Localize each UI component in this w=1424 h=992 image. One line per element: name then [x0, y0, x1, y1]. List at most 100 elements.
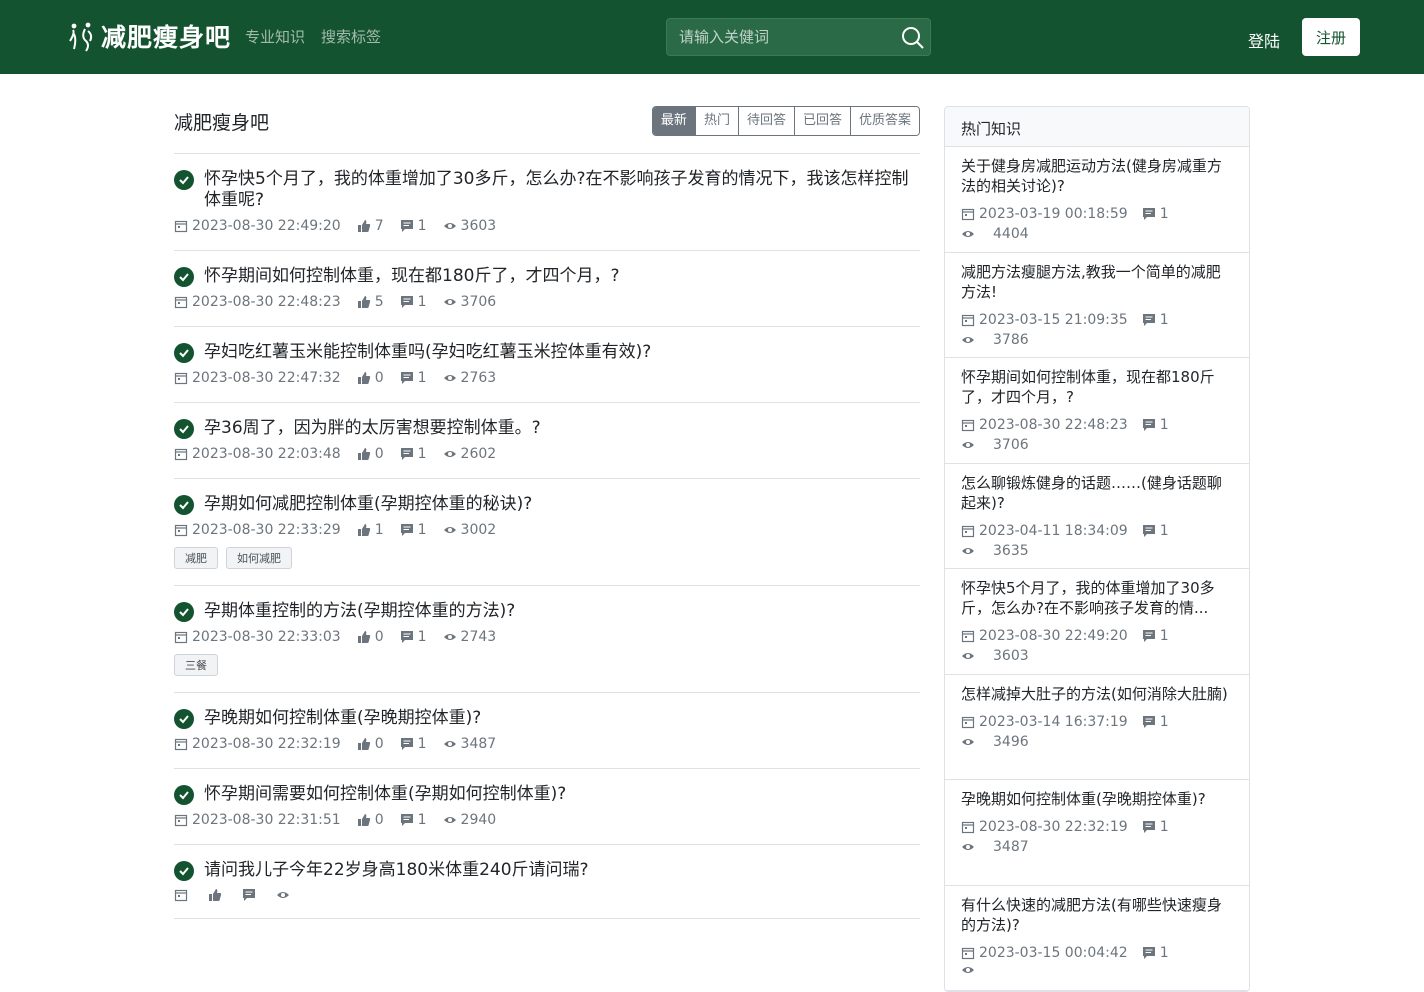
question-tag[interactable]: 减肥 [174, 547, 218, 569]
question-item: 孕期如何减肥控制体重(孕期控体重的秘诀)? 2023-08-30 22:33:2… [174, 479, 920, 586]
comment-icon [1142, 946, 1155, 959]
question-title[interactable]: 孕妇吃红薯玉米能控制体重吗(孕妇吃红薯玉米控体重有效)? [204, 342, 651, 363]
comment-icon [1142, 821, 1155, 833]
sidebar-item-date: 2023-04-11 18:34:09 [979, 522, 1128, 539]
question-item: 怀孕快5个月了，我的体重增加了30多斤，怎么办?在不影响孩子发育的情况下，我该怎… [174, 154, 920, 251]
question-views: 2940 [460, 812, 497, 828]
tab-answered[interactable]: 已回答 [793, 107, 850, 135]
thumbs-up-icon [357, 631, 370, 643]
question-tag[interactable]: 如何减肥 [226, 547, 292, 569]
eye-icon [962, 966, 974, 973]
question-comments: 1 [417, 294, 427, 310]
search-icon[interactable] [900, 25, 926, 51]
calendar-icon [961, 314, 975, 326]
sidebar-item-title[interactable]: 孕晚期如何控制体重(孕晚期控体重)? [961, 790, 1206, 808]
sidebar-title: 热门知识 [945, 107, 1249, 147]
site-logo[interactable]: 减肥瘦身吧 [68, 16, 231, 56]
comments-segment: 1 [400, 218, 427, 234]
question-title[interactable]: 怀孕快5个月了，我的体重增加了30多斤，怎么办?在不影响孩子发育的情况下，我该怎… [204, 169, 920, 211]
calendar-icon [174, 448, 188, 461]
thumbs-up-icon [357, 738, 370, 750]
question-title[interactable]: 孕期如何减肥控制体重(孕期控体重的秘诀)? [204, 494, 532, 515]
comment-icon [1142, 524, 1155, 537]
question-tag[interactable]: 三餐 [174, 654, 218, 676]
sidebar-item-title[interactable]: 怀孕快5个月了，我的体重增加了30多斤，怎么办?在不影响孩子发育的情... [961, 579, 1215, 617]
thumbs-up-icon [357, 220, 370, 232]
check-circle-icon [174, 495, 194, 515]
question-title[interactable]: 怀孕期间如何控制体重，现在都180斤了，才四个月，? [204, 266, 619, 287]
login-link[interactable]: 登陆 [1248, 28, 1280, 52]
sidebar-item-comments: 1 [1159, 944, 1169, 961]
question-comments: 1 [417, 446, 427, 462]
eye-icon [443, 817, 456, 823]
thumbs-up-icon [357, 814, 370, 826]
register-button[interactable]: 注册 [1302, 18, 1360, 56]
sidebar-item-title[interactable]: 怀孕期间如何控制体重，现在都180斤了，才四个月，? [961, 368, 1215, 406]
eye-icon [443, 527, 456, 533]
tab-unanswered[interactable]: 待回答 [737, 107, 794, 135]
sidebar-item: 有什么快速的减肥方法(有哪些快速瘦身的方法)? 2023-03-15 00:04… [945, 886, 1249, 991]
views-segment [276, 888, 294, 902]
eye-icon [443, 634, 456, 640]
sidebar-item-views: 3487 [993, 839, 1029, 855]
nav-link-knowledge[interactable]: 专业知识 [245, 26, 305, 47]
tab-quality[interactable]: 优质答案 [849, 107, 919, 135]
question-title[interactable]: 请问我儿子今年22岁身高180米体重240斤请问瑞? [204, 860, 589, 881]
sidebar-item-title[interactable]: 关于健身房减肥运动方法(健身房减重方法的相关讨论)? [961, 157, 1222, 195]
likes-segment: 0 [357, 812, 384, 828]
sidebar-item-meta: 2023-08-30 22:49:20 1 3603 [961, 626, 1191, 666]
hot-knowledge-sidebar: 热门知识 关于健身房减肥运动方法(健身房减重方法的相关讨论)? 2023-03-… [944, 106, 1250, 992]
calendar-icon [961, 716, 975, 728]
calendar-icon [174, 738, 188, 751]
list-header: 减肥瘦身吧 最新 热门 待回答 已回答 优质答案 [174, 74, 920, 154]
question-list: 怀孕快5个月了，我的体重增加了30多斤，怎么办?在不影响孩子发育的情况下，我该怎… [174, 154, 920, 919]
question-title[interactable]: 孕36周了，因为胖的太厉害想要控制体重。? [204, 418, 541, 439]
comment-icon [1142, 419, 1155, 431]
sidebar-item: 怀孕快5个月了，我的体重增加了30多斤，怎么办?在不影响孩子发育的情... 20… [945, 569, 1249, 675]
sidebar-item-title[interactable]: 减肥方法瘦腿方法,教我一个简单的减肥方法! [961, 263, 1221, 301]
date-segment: 2023-08-30 22:48:23 [174, 294, 341, 310]
question-title[interactable]: 孕期体重控制的方法(孕期控体重的方法)? [204, 601, 515, 622]
sidebar-item-title[interactable]: 怎么聊锻炼健身的话题……(健身话题聊起来)? [961, 474, 1222, 512]
question-date: 2023-08-30 22:47:32 [192, 370, 341, 386]
sidebar-item-meta: 2023-03-15 21:09:35 1 3786 [961, 310, 1191, 350]
date-segment: 2023-03-19 00:18:59 [961, 204, 1128, 224]
thumbs-up-icon [357, 296, 370, 308]
sidebar-item: 减肥方法瘦腿方法,教我一个简单的减肥方法! 2023-03-15 21:09:3… [945, 253, 1249, 358]
question-title[interactable]: 怀孕期间需要如何控制体重(孕期如何控制体重)? [204, 784, 566, 805]
nav-link-tags[interactable]: 搜索标签 [321, 26, 381, 47]
date-segment: 2023-08-30 22:33:29 [174, 522, 341, 538]
date-segment: 2023-08-30 22:03:48 [174, 446, 341, 462]
sidebar-item-comments: 1 [1159, 311, 1169, 328]
question-title[interactable]: 孕晚期如何控制体重(孕晚期控体重)? [204, 708, 481, 729]
comments-segment: 1 [400, 294, 427, 310]
calendar-icon [174, 220, 188, 233]
views-segment [961, 840, 979, 854]
comment-icon [400, 220, 413, 232]
sidebar-item-title[interactable]: 怎样减掉大肚子的方法(如何消除大肚腩) [961, 685, 1228, 703]
question-title-row: 孕妇吃红薯玉米能控制体重吗(孕妇吃红薯玉米控体重有效)? [174, 342, 920, 363]
views-segment [961, 649, 979, 663]
comments-segment: 1 [400, 446, 427, 462]
question-views: 3487 [460, 736, 497, 752]
comment-icon [1142, 715, 1155, 728]
search-input[interactable] [667, 19, 887, 55]
question-list-panel: 减肥瘦身吧 最新 热门 待回答 已回答 优质答案 怀孕快5个月了，我的体重增加了… [174, 74, 920, 919]
question-meta [174, 888, 920, 902]
question-likes: 7 [374, 218, 384, 234]
views-segment [961, 333, 979, 347]
sidebar-item-date: 2023-03-15 21:09:35 [979, 311, 1128, 328]
sidebar-item-title[interactable]: 有什么快速的减肥方法(有哪些快速瘦身的方法)? [961, 896, 1222, 934]
question-meta: 2023-08-30 22:48:23 5 1 3706 [174, 294, 920, 310]
views-segment: 2940 [443, 812, 497, 828]
tab-latest[interactable]: 最新 [652, 107, 695, 135]
likes-segment: 0 [357, 446, 384, 462]
question-title-row: 请问我儿子今年22岁身高180米体重240斤请问瑞? [174, 860, 920, 881]
sidebar-item-comments: 1 [1159, 417, 1169, 433]
eye-icon [277, 892, 289, 898]
sidebar-item-meta: 2023-03-14 16:37:19 1 3496 [961, 712, 1191, 752]
question-date: 2023-08-30 22:03:48 [192, 446, 341, 462]
check-circle-icon [174, 709, 194, 729]
eye-icon [962, 231, 974, 237]
tab-hot[interactable]: 热门 [694, 107, 738, 135]
